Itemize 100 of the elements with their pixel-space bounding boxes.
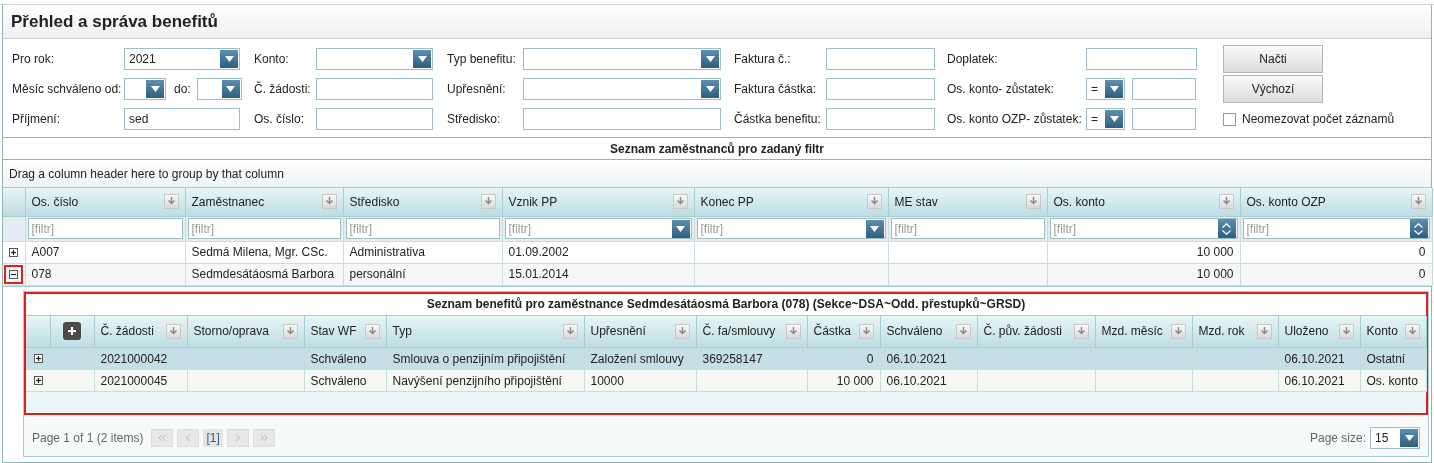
table-cell: 06.10.2021 bbox=[1284, 373, 1345, 388]
column-header[interactable]: Č. fa/smlouvy bbox=[696, 315, 807, 348]
collapse-icon[interactable] bbox=[9, 269, 19, 279]
column-header[interactable]: Stav WF bbox=[304, 315, 386, 348]
operator-select[interactable]: = bbox=[1086, 108, 1125, 130]
column-menu-icon[interactable] bbox=[858, 323, 874, 339]
column-header[interactable]: Schváleno bbox=[880, 315, 977, 348]
field-label: Doplatek: bbox=[947, 51, 999, 68]
text-field[interactable] bbox=[1132, 108, 1196, 130]
column-menu-icon[interactable] bbox=[1338, 323, 1354, 339]
column-menu-icon[interactable] bbox=[672, 194, 688, 210]
table-cell: Smlouva o penzijním připojištění bbox=[392, 351, 566, 366]
column-header[interactable]: Uloženo bbox=[1278, 315, 1360, 348]
filter-placeholder: [filtr] bbox=[508, 220, 533, 238]
spinner-icon bbox=[1409, 219, 1428, 238]
table-row[interactable]: 2021000042 Schváleno Smlouva o penzijním připojištění Založení smlouvy 369258147 0 06.10.2021 06.10.2021 Ostatní bbox=[26, 347, 1426, 370]
column-header[interactable]: ME stav bbox=[888, 188, 1047, 216]
operator-select[interactable]: = bbox=[1086, 78, 1125, 100]
column-header[interactable]: Č. žádosti bbox=[94, 315, 187, 348]
action-button[interactable]: Výchozí bbox=[1223, 75, 1323, 103]
column-header[interactable]: Konto bbox=[1360, 315, 1426, 348]
column-menu-icon[interactable] bbox=[163, 194, 179, 210]
select-field[interactable] bbox=[523, 78, 721, 100]
text-field[interactable] bbox=[826, 48, 935, 70]
page-number[interactable]: [1] bbox=[203, 428, 223, 447]
text-field[interactable] bbox=[523, 108, 721, 130]
column-menu-icon[interactable] bbox=[1073, 323, 1089, 339]
text-field[interactable] bbox=[826, 78, 935, 100]
filter-placeholder: [filtr] bbox=[1053, 220, 1078, 238]
field-label: Os. konto OZP- zůstatek: bbox=[947, 111, 1083, 128]
add-button[interactable] bbox=[63, 322, 81, 341]
column-menu-icon[interactable] bbox=[165, 323, 181, 339]
text-field[interactable] bbox=[1086, 48, 1197, 70]
text-field[interactable] bbox=[316, 108, 433, 130]
column-menu-icon[interactable] bbox=[955, 323, 971, 339]
action-button[interactable]: Načti bbox=[1223, 45, 1323, 73]
field-label: Os. konto- zůstatek: bbox=[947, 81, 1055, 98]
table-cell: Os. konto bbox=[1366, 373, 1418, 388]
expand-icon[interactable] bbox=[9, 247, 19, 257]
table-cell: Schváleno bbox=[310, 373, 367, 388]
column-menu-icon[interactable] bbox=[480, 194, 496, 210]
table-row[interactable]: 2021000045 Schváleno Navýšení penzijního připojištění 10000 10 000 06.10.2021 06.10.2021 Os. konto bbox=[26, 369, 1426, 392]
column-header[interactable]: Storno/oprava bbox=[187, 315, 304, 348]
column-menu-icon[interactable] bbox=[1256, 323, 1272, 339]
caret-icon bbox=[221, 80, 240, 98]
column-header[interactable]: Konec PP bbox=[694, 188, 888, 216]
page-title: Přehled a správa benefitů bbox=[11, 10, 218, 33]
column-menu-icon[interactable] bbox=[1410, 194, 1426, 210]
text-field[interactable]: sed bbox=[124, 108, 240, 130]
page-size-select[interactable]: 15 bbox=[1370, 426, 1420, 449]
column-menu-icon[interactable] bbox=[1025, 194, 1041, 210]
column-menu-icon[interactable] bbox=[321, 194, 337, 210]
caret-icon bbox=[701, 80, 719, 98]
table-cell: A007 bbox=[31, 245, 60, 259]
column-menu-icon[interactable] bbox=[364, 323, 380, 339]
column-header[interactable]: Středisko bbox=[343, 188, 502, 216]
select-field[interactable]: 2021 bbox=[124, 48, 240, 70]
spinner-icon bbox=[1217, 219, 1236, 238]
table-cell: 06.10.2021 bbox=[1284, 351, 1345, 366]
checkbox[interactable] bbox=[1223, 112, 1236, 126]
select-field[interactable] bbox=[124, 78, 166, 100]
column-menu-icon[interactable] bbox=[1404, 323, 1420, 339]
filter-placeholder: [filtr] bbox=[349, 220, 374, 238]
pager-summary: Page 1 of 1 (2 items) bbox=[32, 429, 144, 447]
column-header[interactable]: Os. konto OZP bbox=[1240, 188, 1432, 216]
column-menu-icon[interactable] bbox=[785, 323, 801, 339]
expand-icon[interactable] bbox=[33, 354, 43, 363]
text-field[interactable] bbox=[316, 78, 433, 100]
field-label: Pro rok: bbox=[12, 51, 55, 68]
column-header[interactable]: Mzd. měsíc bbox=[1095, 315, 1192, 348]
column-menu-icon[interactable] bbox=[674, 323, 690, 339]
column-header[interactable]: Os. konto bbox=[1047, 188, 1240, 216]
field-label: Středisko: bbox=[447, 111, 502, 128]
text-field[interactable] bbox=[1132, 78, 1196, 100]
select-field[interactable] bbox=[196, 78, 242, 100]
select-field[interactable] bbox=[523, 48, 721, 70]
caret-icon bbox=[146, 80, 164, 98]
table-cell: 369258147 bbox=[702, 351, 763, 366]
column-header[interactable]: Os. číslo bbox=[25, 188, 185, 216]
column-menu-icon[interactable] bbox=[282, 323, 298, 339]
table-cell: Administrativa bbox=[349, 245, 425, 259]
table-cell: 2021000042 bbox=[100, 351, 168, 366]
column-header[interactable]: Vznik PP bbox=[502, 188, 694, 216]
filter-placeholder: [filtr] bbox=[894, 220, 919, 238]
text-field[interactable] bbox=[826, 108, 935, 130]
column-header[interactable]: Částka bbox=[807, 315, 880, 348]
column-header[interactable]: Zaměstnanec bbox=[185, 188, 343, 216]
column-header[interactable]: Č. pův. žádosti bbox=[977, 315, 1095, 348]
column-header[interactable]: Typ bbox=[386, 315, 584, 348]
column-menu-icon[interactable] bbox=[1218, 194, 1234, 210]
table-cell: 06.10.2021 bbox=[886, 351, 947, 366]
select-field[interactable] bbox=[316, 48, 433, 70]
column-menu-icon[interactable] bbox=[866, 194, 882, 210]
column-menu-icon[interactable] bbox=[1170, 323, 1186, 339]
column-menu-icon[interactable] bbox=[562, 323, 578, 339]
table-cell: Sedmdesátáosmá Barbora bbox=[191, 267, 335, 281]
column-header[interactable]: Mzd. rok bbox=[1192, 315, 1278, 348]
detail-title: Seznam benefitů pro zaměstnance Sedmdesátáosmá Barbora (078) (Sekce~DSA~Odd. přestupků~GRSD) bbox=[26, 293, 1426, 316]
expand-icon[interactable] bbox=[33, 376, 43, 385]
column-header[interactable]: Upřesnění bbox=[584, 315, 696, 348]
